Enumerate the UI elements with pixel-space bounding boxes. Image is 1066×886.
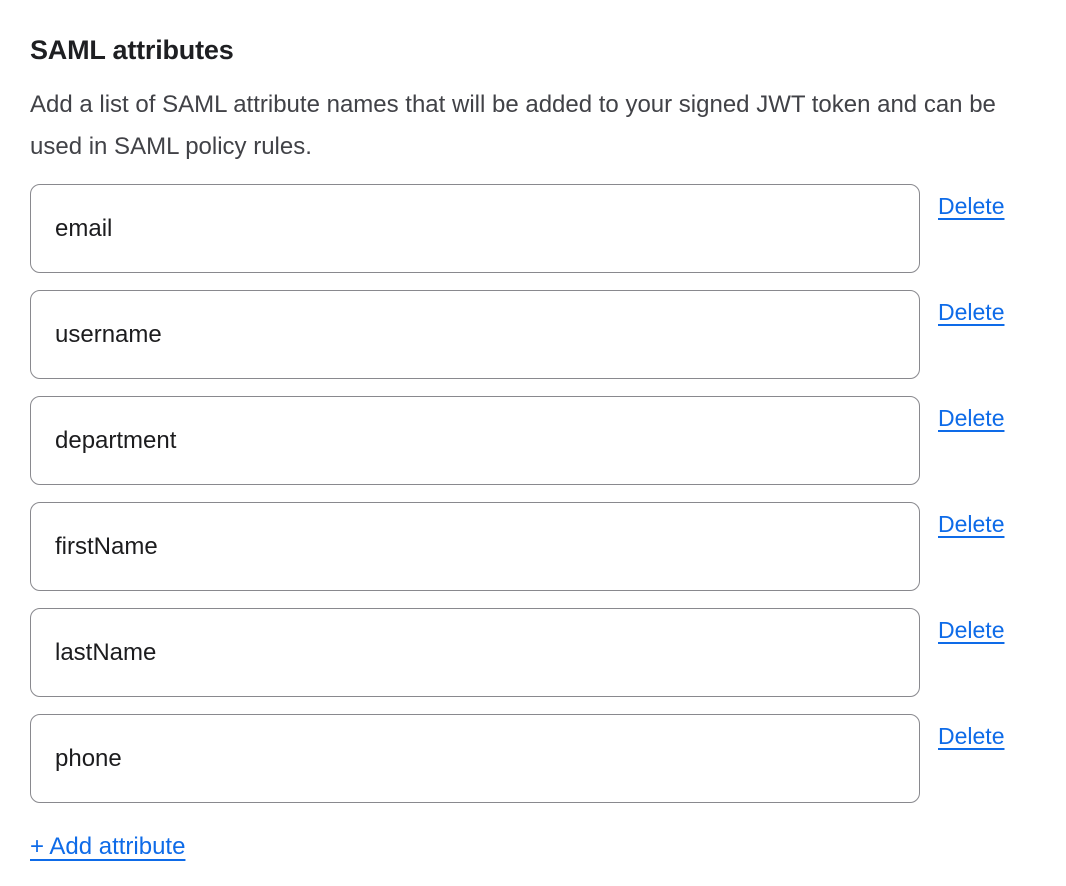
section-title: SAML attributes xyxy=(30,30,1036,70)
attribute-row: Delete xyxy=(30,502,1036,591)
attribute-row: Delete xyxy=(30,290,1036,379)
section-description: Add a list of SAML attribute names that … xyxy=(30,84,1005,168)
attribute-list: Delete Delete Delete Delete Delete Delet… xyxy=(30,184,1036,803)
attribute-input[interactable] xyxy=(30,396,920,485)
attribute-row: Delete xyxy=(30,184,1036,273)
delete-attribute-link[interactable]: Delete xyxy=(938,722,1004,750)
attribute-input[interactable] xyxy=(30,290,920,379)
attribute-input[interactable] xyxy=(30,608,920,697)
attribute-row: Delete xyxy=(30,714,1036,803)
attribute-input[interactable] xyxy=(30,184,920,273)
delete-attribute-link[interactable]: Delete xyxy=(938,404,1004,432)
attribute-row: Delete xyxy=(30,608,1036,697)
delete-attribute-link[interactable]: Delete xyxy=(938,510,1004,538)
delete-attribute-link[interactable]: Delete xyxy=(938,192,1004,220)
attribute-row: Delete xyxy=(30,396,1036,485)
delete-attribute-link[interactable]: Delete xyxy=(938,298,1004,326)
page: SAML attributes Add a list of SAML attri… xyxy=(0,0,1066,886)
saml-attributes-section: SAML attributes Add a list of SAML attri… xyxy=(0,0,1066,862)
delete-attribute-link[interactable]: Delete xyxy=(938,616,1004,644)
add-attribute-link[interactable]: + Add attribute xyxy=(30,832,185,862)
attribute-input[interactable] xyxy=(30,714,920,803)
attribute-input[interactable] xyxy=(30,502,920,591)
